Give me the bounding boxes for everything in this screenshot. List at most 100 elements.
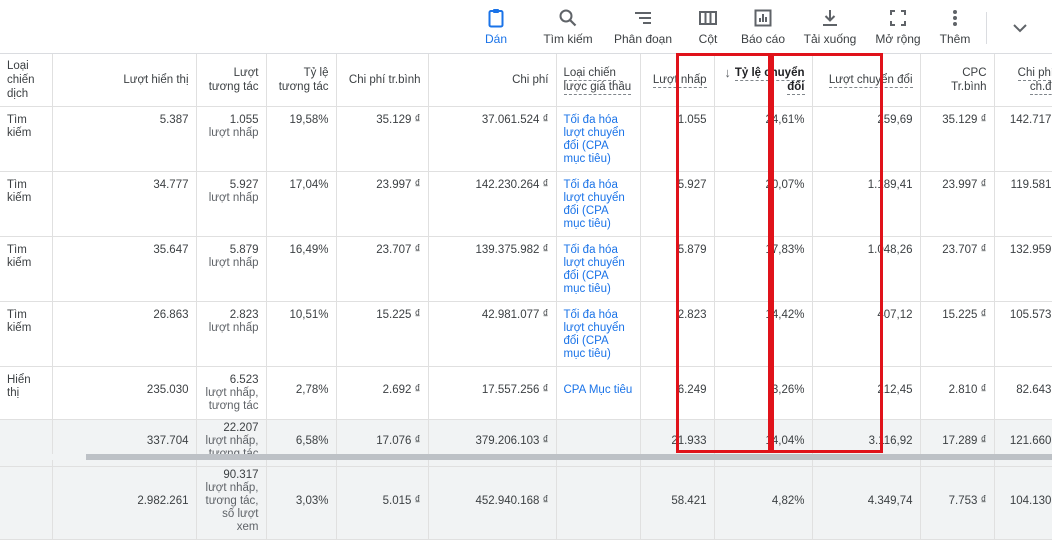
more-label: Thêm	[939, 32, 971, 46]
cost-per-conv-cell: 142.717 ₫	[994, 106, 1052, 172]
interactions-unit: lượt nhấp, tương tác	[205, 387, 259, 412]
expand-button[interactable]: Mở rộng	[872, 8, 924, 48]
interaction-rate-cell: 17,04%	[266, 171, 337, 237]
interactions-unit: lượt nhấp	[208, 127, 259, 139]
download-icon	[800, 8, 860, 30]
table-header-row: Loại chiến dịch Lượt hiển thị Lượt tương…	[0, 54, 1052, 107]
bid-strategy-cell: Tối đa hóa lượt chuyển đổi (CPA mục tiêu…	[556, 236, 641, 302]
header-cost[interactable]: Chi phí	[428, 54, 557, 107]
bid-strategy-link[interactable]: Tối đa hóa lượt chuyển đổi (CPA mục tiêu…	[564, 114, 625, 165]
avg-cost-cell: 23.997 ₫	[336, 171, 429, 237]
campaign-type-cell: Tìm kiếm	[0, 106, 53, 172]
header-cost-per-conv[interactable]: Chi phí / ch.đổi	[994, 54, 1052, 107]
header-impressions[interactable]: Lượt hiển thị	[52, 54, 197, 107]
header-interaction-rate[interactable]: Tỷ lệ tương tác	[266, 54, 337, 107]
cost-per-conv-cell: 104.130 ₫	[994, 466, 1052, 540]
conversions-cell: 212,45	[812, 366, 921, 420]
cost-per-conv-cell: 119.581 ₫	[994, 171, 1052, 237]
conv-rate-cell: 24,61%	[714, 106, 813, 172]
header-avg-cpc[interactable]: CPC Tr.bình	[920, 54, 995, 107]
chevron-down-icon[interactable]	[1008, 16, 1032, 40]
interactions-cell: 5.879 lượt nhấp	[196, 236, 267, 302]
avg-cpc-cell: 7.753 ₫	[920, 466, 995, 540]
interactions-value: 90.317	[223, 469, 259, 481]
interaction-rate-cell: 2,78%	[266, 366, 337, 420]
header-conv-rate[interactable]: ↓ Tỷ lệ chuyển đổi	[714, 54, 813, 107]
table-row[interactable]: Tìm kiếm 26.863 2.823 lượt nhấp 10,51% 15.225…	[0, 301, 1052, 367]
campaign-type-cell: Tìm kiếm	[0, 301, 53, 367]
interactions-unit: lượt nhấp	[208, 322, 259, 334]
bid-strategy-cell: Tối đa hóa lượt chuyển đổi (CPA mục tiêu…	[556, 301, 641, 367]
cost-per-conv-cell: 132.959 ₫	[994, 236, 1052, 302]
interactions-unit: lượt nhấp, tương tác, số lượt xem	[205, 482, 259, 533]
cost-cell: 37.061.524 ₫	[428, 106, 557, 172]
interactions-value: 5.927	[229, 179, 259, 191]
totals-label-cell	[0, 466, 53, 540]
impressions-cell: 5.387	[52, 106, 197, 172]
interaction-rate-cell: 10,51%	[266, 301, 337, 367]
columns-button[interactable]: Cột	[688, 8, 728, 48]
cost-cell: 452.940.168 ₫	[428, 466, 557, 540]
avg-cost-cell: 23.707 ₫	[336, 236, 429, 302]
download-button[interactable]: Tải xuống	[800, 8, 860, 48]
header-conversions[interactable]: Lượt chuyển đổi	[812, 54, 921, 107]
bid-strategy-link[interactable]: Tối đa hóa lượt chuyển đổi (CPA mục tiêu…	[564, 244, 625, 295]
bid-strategy-cell: Tối đa hóa lượt chuyển đổi (CPA mục tiêu…	[556, 171, 641, 237]
conversions-cell: 259,69	[812, 106, 921, 172]
header-campaign-type[interactable]: Loại chiến dịch	[0, 54, 53, 107]
conversions-cell: 1.048,26	[812, 236, 921, 302]
avg-cpc-cell: 2.810 ₫	[920, 366, 995, 420]
search-icon	[538, 8, 598, 30]
table-row[interactable]: Hiển thị 235.030 6.523 lượt nhấp, tương tác…	[0, 366, 1052, 420]
expand-icon	[872, 8, 924, 30]
report-label: Báo cáo	[740, 32, 786, 46]
interactions-cell: 90.317 lượt nhấp, tương tác, số lượt xem	[196, 466, 267, 540]
avg-cpc-cell: 23.997 ₫	[920, 171, 995, 237]
header-avg-cost[interactable]: Chi phí tr.bình	[336, 54, 429, 107]
impressions-cell: 34.777	[52, 171, 197, 237]
clicks-cell: 5.879	[640, 236, 715, 302]
report-button[interactable]: Báo cáo	[738, 8, 788, 48]
avg-cost-cell: 5.015 ₫	[336, 466, 429, 540]
segment-button[interactable]: Phân đoạn	[612, 8, 674, 48]
bid-strategy-cell	[556, 466, 641, 540]
table-row[interactable]: Tìm kiếm 34.777 5.927 lượt nhấp 17,04% 23.997…	[0, 171, 1052, 237]
cost-per-conv-cell: 82.643 ₫	[994, 366, 1052, 420]
interactions-value: 5.879	[229, 244, 259, 256]
header-clicks[interactable]: Lượt nhấp	[640, 54, 715, 107]
more-button[interactable]: Thêm	[934, 8, 976, 48]
bid-strategy-link[interactable]: Tối đa hóa lượt chuyển đổi (CPA mục tiêu…	[564, 309, 625, 360]
header-interactions[interactable]: Lượt tương tác	[196, 54, 267, 107]
columns-icon	[688, 8, 728, 30]
bid-strategy-link[interactable]: CPA Mục tiêu	[564, 384, 633, 396]
campaign-type-cell: Tìm kiếm	[0, 236, 53, 302]
clicks-cell: 6.249	[640, 366, 715, 420]
conversions-cell: 4.349,74	[812, 466, 921, 540]
interactions-cell: 5.927 lượt nhấp	[196, 171, 267, 237]
more-vert-icon	[934, 8, 976, 30]
expand-label: Mở rộng	[875, 32, 921, 46]
interactions-unit: lượt nhấp	[208, 192, 259, 204]
header-bid-strategy[interactable]: Loại chiến lược giá thầu	[556, 54, 641, 107]
conv-rate-cell: 3,26%	[714, 366, 813, 420]
conv-rate-cell: 20,07%	[714, 171, 813, 237]
interaction-rate-cell: 16,49%	[266, 236, 337, 302]
interactions-cell: 1.055 lượt nhấp	[196, 106, 267, 172]
report-icon	[738, 8, 788, 30]
search-button[interactable]: Tìm kiếm	[538, 8, 598, 48]
table-row[interactable]: Tìm kiếm 35.647 5.879 lượt nhấp 16,49% 23.707…	[0, 236, 1052, 302]
table-row[interactable]: Tìm kiếm 5.387 1.055 lượt nhấp 19,58% 35.129 …	[0, 106, 1052, 172]
cost-cell: 17.557.256 ₫	[428, 366, 557, 420]
table-toolbar: Dán Tìm kiếm Phân đoạn Cột Báo cáo Tải x…	[0, 0, 1052, 54]
bid-strategy-link[interactable]: Tối đa hóa lượt chuyển đổi (CPA mục tiêu…	[564, 179, 625, 230]
paste-label: Dán	[484, 32, 507, 46]
interactions-cell: 6.523 lượt nhấp, tương tác	[196, 366, 267, 420]
cost-per-conv-cell: 105.573 ₫	[994, 301, 1052, 367]
columns-label: Cột	[698, 32, 718, 46]
horizontal-scrollbar-thumb[interactable]	[86, 454, 1052, 460]
download-label: Tải xuống	[803, 32, 857, 46]
paste-button[interactable]: Dán	[476, 8, 516, 48]
segment-icon	[612, 8, 674, 30]
impressions-cell: 2.982.261	[52, 466, 197, 540]
campaign-type-cell: Tìm kiếm	[0, 171, 53, 237]
